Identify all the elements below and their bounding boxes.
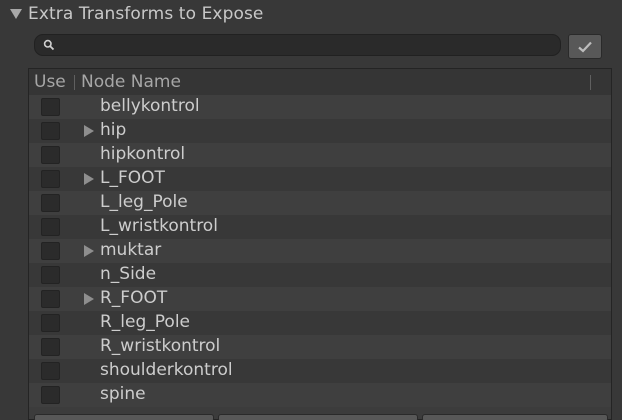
expand-arrow-icon[interactable] (84, 245, 94, 257)
table-row[interactable]: hip (29, 119, 611, 143)
use-checkbox[interactable] (41, 386, 60, 404)
table-row[interactable]: L_wristkontrol (29, 215, 611, 239)
node-name-label: shoulderkontrol (100, 360, 233, 380)
bottom-button[interactable] (422, 414, 608, 420)
column-divider[interactable] (74, 75, 75, 90)
table-header: Use Node Name (29, 69, 611, 96)
use-checkbox[interactable] (41, 122, 60, 140)
use-checkbox[interactable] (41, 146, 60, 164)
expand-arrow-icon[interactable] (84, 173, 94, 185)
use-checkbox[interactable] (41, 170, 60, 188)
node-name-label: hipkontrol (100, 144, 186, 164)
node-name-label: R_FOOT (100, 288, 168, 308)
foldout-label: Extra Transforms to Expose (28, 4, 264, 24)
search-icon (43, 39, 55, 51)
column-divider[interactable] (590, 75, 591, 90)
node-name-label: spine (100, 384, 146, 404)
expand-arrow-icon[interactable] (84, 125, 94, 137)
table-row[interactable]: R_wristkontrol (29, 335, 611, 359)
use-checkbox[interactable] (41, 218, 60, 236)
column-header-use[interactable]: Use (34, 72, 66, 92)
bottom-button[interactable] (34, 414, 214, 420)
column-header-node-name[interactable]: Node Name (81, 72, 181, 92)
table-row[interactable]: n_Side (29, 263, 611, 287)
use-checkbox[interactable] (41, 290, 60, 308)
node-name-label: hip (100, 120, 127, 140)
node-name-label: L_leg_Pole (100, 192, 188, 212)
use-checkbox[interactable] (41, 314, 60, 332)
foldout-arrow-icon[interactable] (10, 9, 22, 19)
search-field[interactable] (34, 34, 561, 57)
use-checkbox[interactable] (41, 194, 60, 212)
node-name-label: n_Side (100, 264, 157, 284)
use-checkbox[interactable] (41, 98, 60, 116)
table-row[interactable]: R_leg_Pole (29, 311, 611, 335)
use-checkbox[interactable] (41, 362, 60, 380)
table-row[interactable]: muktar (29, 239, 611, 263)
bottom-button[interactable] (218, 414, 418, 420)
confirm-button[interactable] (568, 34, 602, 59)
node-name-label: bellykontrol (100, 96, 200, 116)
table-row[interactable]: bellykontrol (29, 95, 611, 119)
extra-transforms-foldout[interactable]: Extra Transforms to Expose (0, 2, 622, 26)
node-name-label: L_wristkontrol (100, 216, 218, 236)
expand-arrow-icon[interactable] (84, 293, 94, 305)
table-row[interactable]: R_FOOT (29, 287, 611, 311)
table-row[interactable]: L_FOOT (29, 167, 611, 191)
node-name-label: R_wristkontrol (100, 336, 221, 356)
table-body: bellykontrol hip hipkontrol L_FOOT L_leg_Pol… (29, 95, 611, 407)
use-checkbox[interactable] (41, 338, 60, 356)
node-name-label: R_leg_Pole (100, 312, 191, 332)
node-name-label: L_FOOT (100, 168, 165, 188)
node-table: Use Node Name bellykontrol hip hipkontrol L… (28, 68, 612, 420)
table-row[interactable]: shoulderkontrol (29, 359, 611, 383)
extra-transforms-panel: Extra Transforms to Expose Use Node Name… (0, 0, 622, 420)
table-row[interactable]: hipkontrol (29, 143, 611, 167)
table-row[interactable]: L_leg_Pole (29, 191, 611, 215)
use-checkbox[interactable] (41, 266, 60, 284)
checkmark-icon (578, 41, 592, 53)
search-input[interactable] (61, 35, 555, 57)
table-row[interactable]: spine (29, 383, 611, 407)
node-name-label: muktar (100, 240, 162, 260)
use-checkbox[interactable] (41, 242, 60, 260)
